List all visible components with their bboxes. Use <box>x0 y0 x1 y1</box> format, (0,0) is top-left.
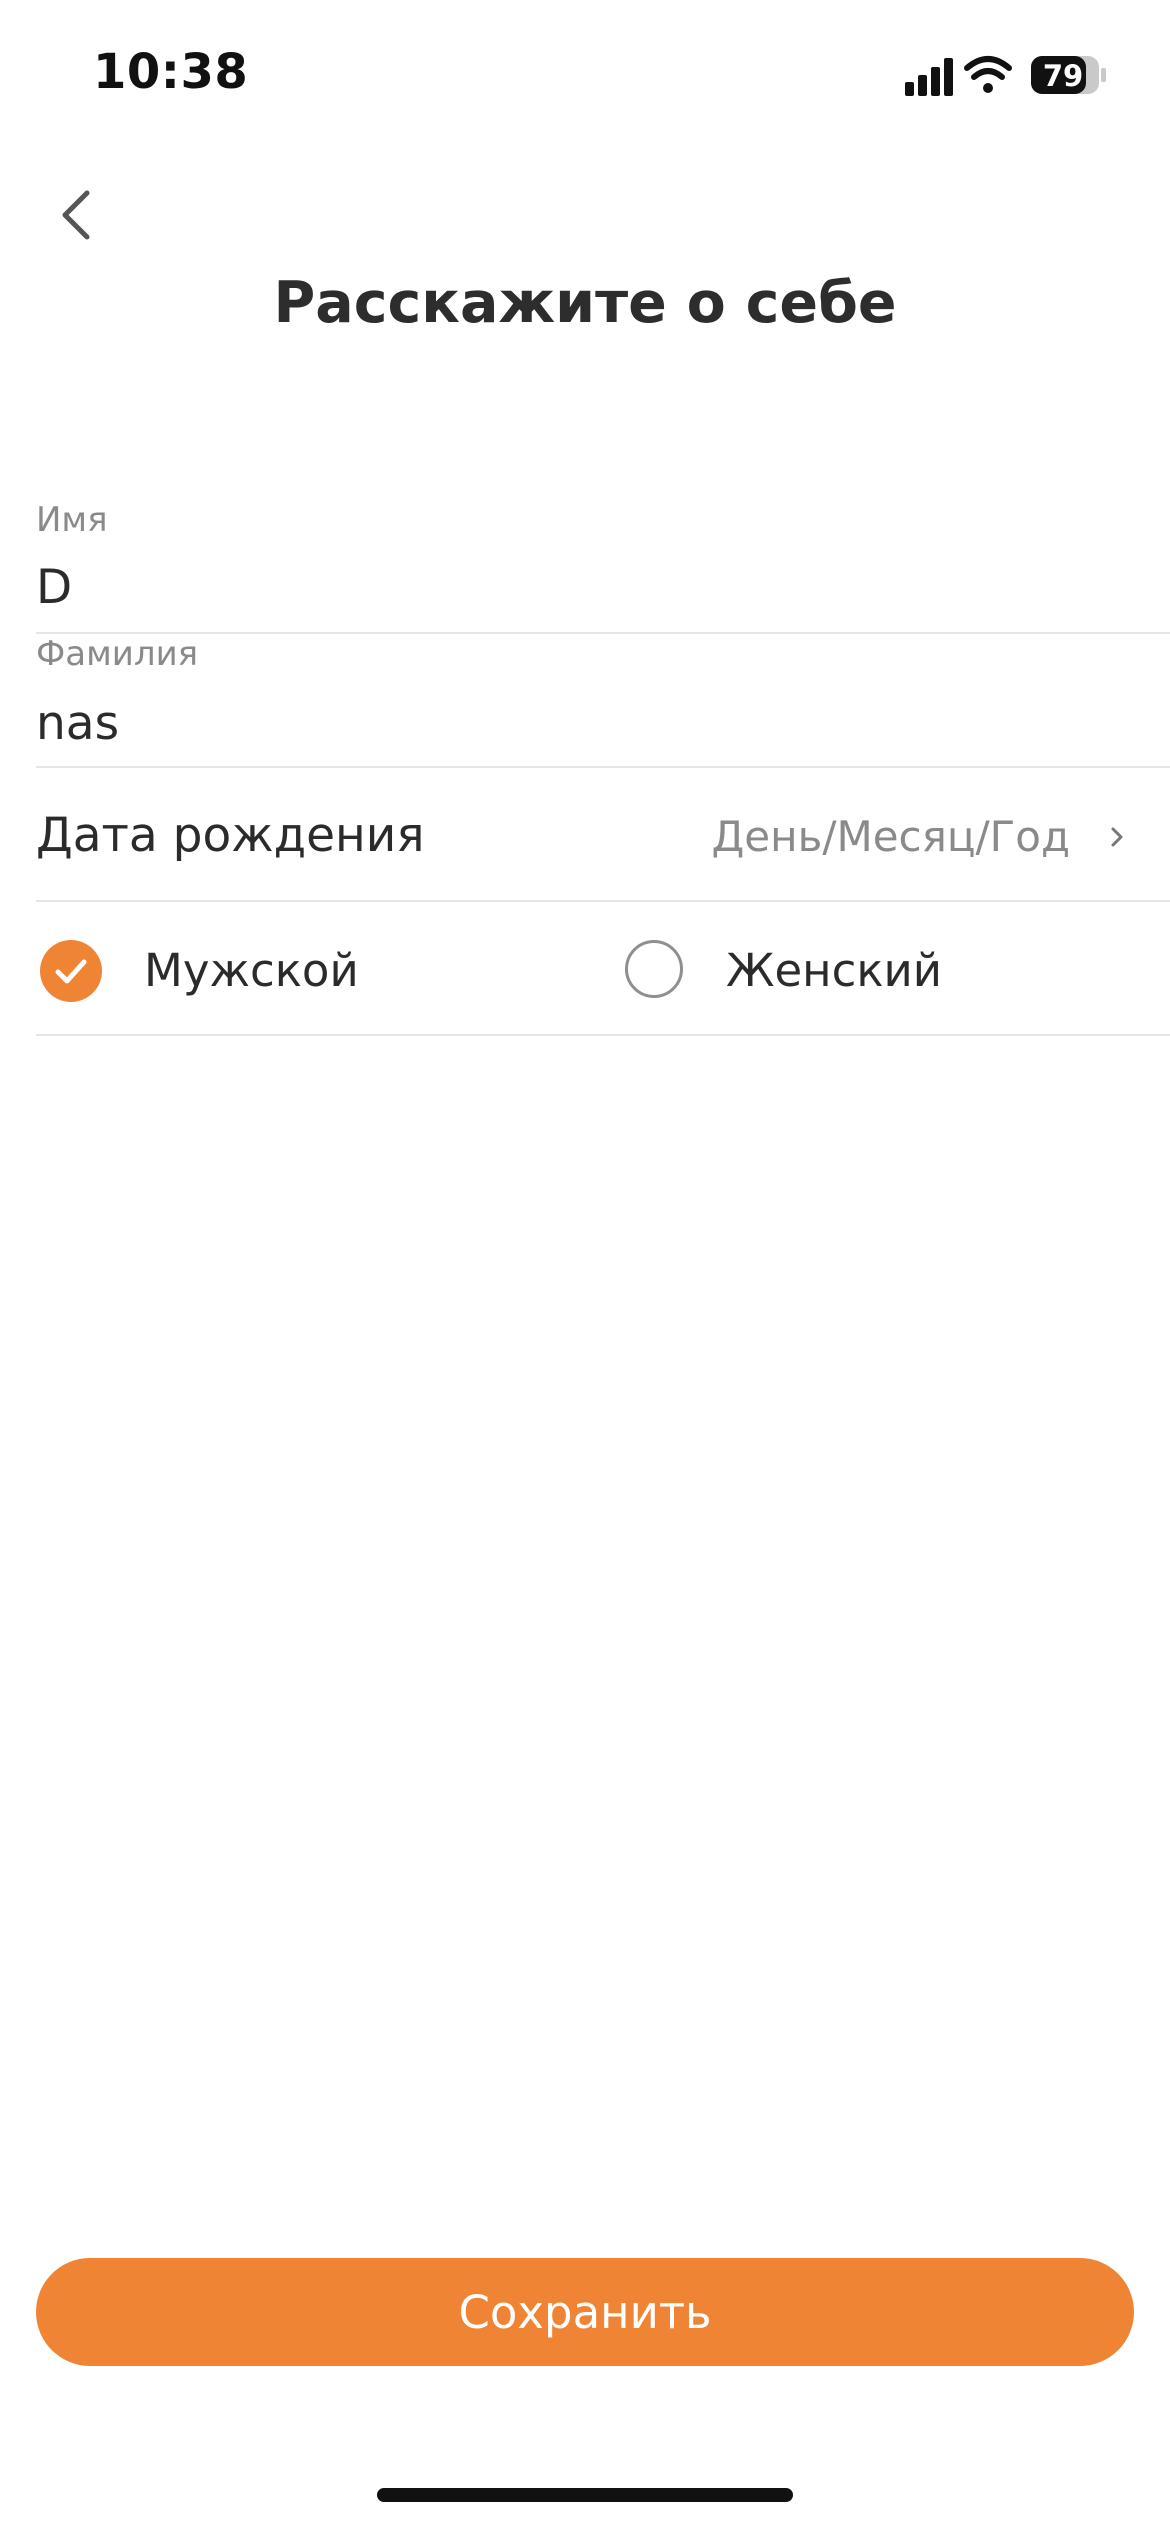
home-indicator <box>377 2488 793 2502</box>
divider <box>36 632 1170 634</box>
gender-female-radio[interactable] <box>625 940 683 998</box>
save-button[interactable]: Сохранить <box>36 2258 1134 2366</box>
divider <box>36 900 1170 902</box>
status-icons: 79 <box>905 52 1115 102</box>
last-name-label: Фамилия <box>36 634 199 674</box>
birth-date-label: Дата рождения <box>36 808 425 863</box>
battery-icon: 79 <box>1031 56 1106 94</box>
gender-female-label[interactable]: Женский <box>726 944 942 997</box>
gender-male-radio[interactable] <box>40 940 102 1002</box>
first-name-label: Имя <box>36 500 108 540</box>
first-name-input[interactable]: D <box>36 560 1136 626</box>
checkmark-icon <box>55 959 87 984</box>
chevron-left-icon <box>62 190 90 240</box>
back-button[interactable] <box>45 180 105 250</box>
divider <box>36 766 1170 768</box>
page-title: Расскажите о себе <box>273 270 897 336</box>
signal-icon <box>905 58 953 96</box>
divider <box>36 1034 1170 1036</box>
last-name-input[interactable]: nas <box>36 696 1136 762</box>
birth-date-placeholder: День/Месяц/Год <box>711 812 1070 861</box>
status-time: 10:38 <box>93 44 249 100</box>
battery-level: 79 <box>1043 59 1083 93</box>
chevron-right-icon <box>1106 820 1130 854</box>
wifi-icon <box>964 56 1012 93</box>
gender-male-label[interactable]: Мужской <box>144 944 359 997</box>
